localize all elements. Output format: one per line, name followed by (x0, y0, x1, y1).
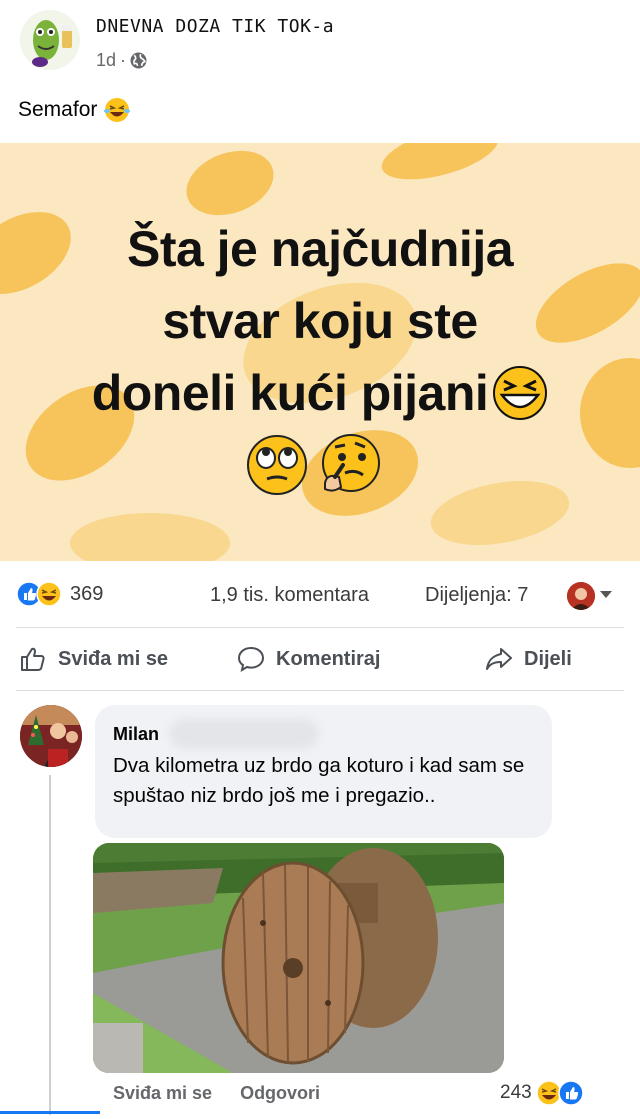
comment-reply-button[interactable]: Odgovori (240, 1083, 320, 1104)
laughing-tears-emoji-icon (104, 98, 131, 122)
comment-reaction-count: 243 (500, 1082, 532, 1103)
comment-bubble-icon (237, 646, 265, 673)
share-button[interactable]: Dijeli (484, 644, 572, 674)
like-reaction-icon (557, 1080, 584, 1106)
comment-bubble: Milan Dva kilometra uz brdo ga koturo i … (95, 705, 552, 838)
caret-down-icon[interactable] (600, 591, 612, 598)
haha-reaction-icon (36, 581, 62, 607)
post-image[interactable]: Šta je najčudnija stvar koju ste doneli … (0, 143, 640, 561)
viewer-avatar[interactable] (567, 582, 595, 610)
image-emoji-row (245, 433, 381, 497)
comment-reactions[interactable]: 243 (500, 1080, 584, 1106)
share-arrow-icon (486, 648, 512, 670)
comment-text: Dva kilometra uz brdo ga koturo i kad sa… (113, 754, 525, 807)
thinking-emoji-icon (322, 434, 380, 492)
thumbs-up-icon (21, 647, 45, 671)
comment-button[interactable]: Komentiraj (236, 644, 380, 674)
comment-author[interactable]: Milan (113, 724, 159, 745)
image-caption-line2: stvar koju ste (162, 293, 478, 349)
post-time[interactable]: 1d (96, 50, 116, 71)
comment-thread-line (49, 775, 51, 1115)
comment-author-row: Milan (113, 719, 534, 749)
divider (16, 690, 624, 691)
comment-like-button[interactable]: Sviđa mi se (113, 1083, 212, 1104)
page-avatar[interactable] (20, 10, 80, 70)
reactions-count: 369 (70, 582, 104, 605)
image-caption-line3-row: doneli kući pijani (0, 357, 640, 429)
cable-spool-photo (93, 843, 504, 1073)
image-caption: Šta je najčudnija stvar koju ste doneli … (0, 213, 640, 429)
post-caption: Semafor (18, 98, 98, 121)
page-name[interactable]: DNEVNA DOZA TIK TOK-a (96, 16, 334, 37)
shares-count[interactable]: Dijeljenja: 7 (425, 584, 528, 607)
thread-indicator (0, 1111, 100, 1114)
post-text: Semafor (18, 96, 131, 124)
post-meta: 1d · (96, 50, 147, 71)
image-caption-line3: doneli kući pijani (91, 365, 489, 421)
comment-button-label: Komentiraj (276, 647, 381, 670)
image-caption-line1: Šta je najčudnija (126, 221, 514, 277)
eye-roll-emoji-icon (247, 435, 307, 495)
redacted-surname (169, 719, 320, 749)
globe-icon (130, 52, 147, 69)
comment-actions: Sviđa mi se Odgovori (113, 1083, 320, 1104)
post-actions: Sviđa mi se Komentiraj Dijeli (0, 638, 640, 682)
grinning-squinting-emoji-icon (493, 366, 548, 420)
like-button[interactable]: Sviđa mi se (18, 644, 168, 674)
post-header: DNEVNA DOZA TIK TOK-a 1d · (0, 0, 640, 85)
meta-dot: · (120, 50, 127, 70)
commenter-avatar[interactable] (20, 705, 82, 767)
like-button-label: Sviđa mi se (58, 647, 169, 670)
reactions-summary[interactable]: 369 (16, 581, 103, 607)
comment-photo[interactable] (93, 843, 504, 1073)
divider (16, 627, 624, 628)
comments-count[interactable]: 1,9 tis. komentara (210, 584, 369, 607)
share-button-label: Dijeli (524, 647, 572, 670)
post-stats: 369 1,9 tis. komentara Dijeljenja: 7 (0, 578, 640, 612)
